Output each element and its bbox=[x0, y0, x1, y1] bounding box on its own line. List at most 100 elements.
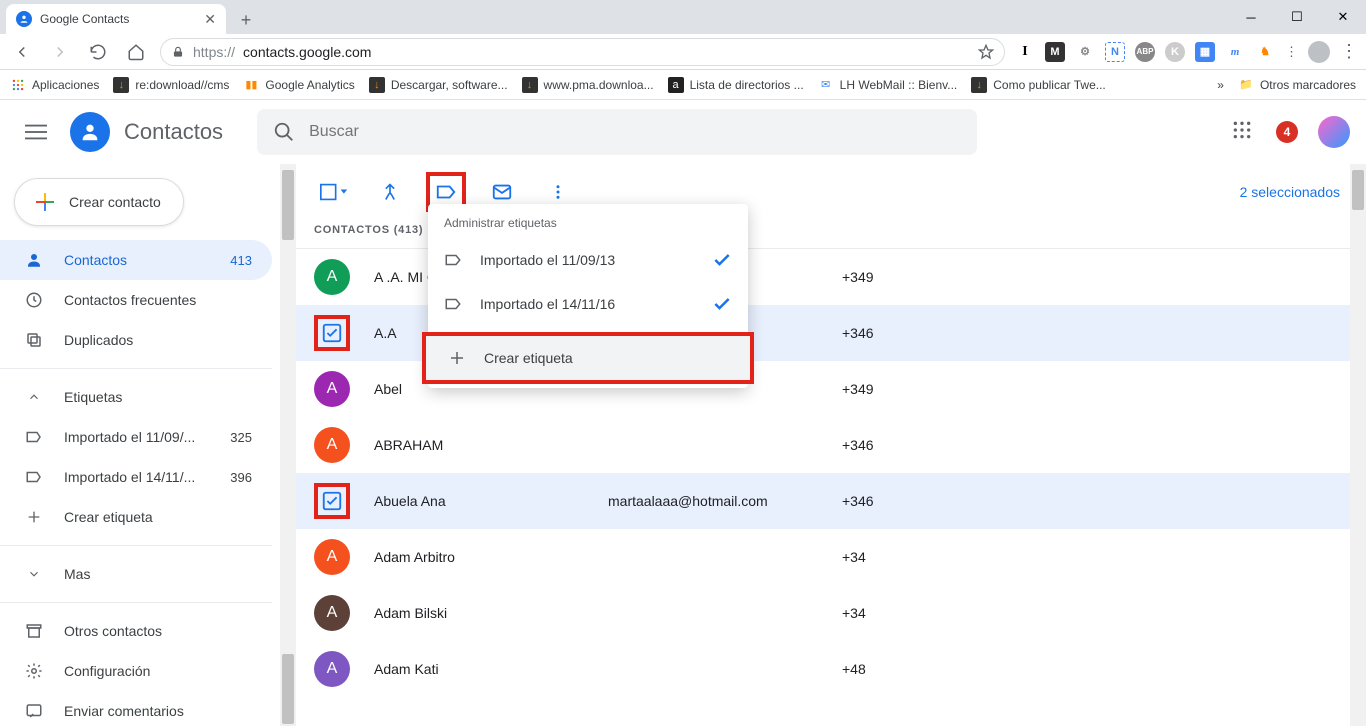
bookmark-item[interactable]: ↓re:download//cms bbox=[113, 77, 229, 93]
ext-icon[interactable]: ⚙ bbox=[1075, 42, 1095, 62]
close-window-button[interactable]: ✕ bbox=[1320, 0, 1366, 34]
contact-phone: +48 bbox=[842, 661, 866, 677]
labels-menu-item-label: Importado el 14/11/16 bbox=[480, 296, 615, 312]
url-host: contacts.google.com bbox=[243, 44, 371, 60]
label-icon bbox=[444, 295, 462, 313]
bookmarks-overflow[interactable]: » bbox=[1217, 78, 1224, 92]
sidebar-item-frequent[interactable]: Contactos frecuentes bbox=[0, 280, 272, 320]
labels-menu-item-label: Importado el 11/09/13 bbox=[480, 252, 615, 268]
sidebar-other-contacts[interactable]: Otros contactos bbox=[0, 611, 272, 651]
sidebar-label-item[interactable]: Importado el 14/11/... 396 bbox=[0, 457, 272, 497]
reload-button[interactable] bbox=[84, 38, 112, 66]
label-icon bbox=[444, 251, 462, 269]
account-avatar[interactable] bbox=[1318, 116, 1350, 148]
scrollbar-track[interactable] bbox=[1350, 164, 1366, 726]
labels-section-header[interactable]: Etiquetas bbox=[0, 377, 272, 417]
bookmark-item[interactable]: aLista de directorios ... bbox=[668, 77, 804, 93]
contact-phone: +34 bbox=[842, 605, 866, 621]
contact-checkbox[interactable] bbox=[314, 483, 350, 519]
copy-icon bbox=[24, 331, 44, 349]
contact-checkbox[interactable] bbox=[314, 315, 350, 351]
bookmark-item[interactable]: ✉LH WebMail :: Bienv... bbox=[818, 77, 958, 93]
contact-name: ABRAHAM bbox=[374, 437, 584, 453]
bookmark-apps[interactable]: Aplicaciones bbox=[10, 77, 99, 93]
tab-strip: Google Contacts ✕ + bbox=[0, 0, 1366, 34]
chrome-menu-icon[interactable]: ⋮ bbox=[1340, 41, 1358, 62]
main-menu-button[interactable] bbox=[16, 112, 56, 152]
minimize-button[interactable]: ─ bbox=[1228, 0, 1274, 34]
sidebar-item-count: 396 bbox=[230, 470, 252, 485]
app-title: Contactos bbox=[124, 119, 223, 145]
ext-icon[interactable]: ▦ bbox=[1195, 42, 1215, 62]
ext-icon[interactable]: K bbox=[1165, 42, 1185, 62]
new-tab-button[interactable]: + bbox=[232, 6, 260, 34]
bookmark-item[interactable]: ▮▮Google Analytics bbox=[243, 77, 354, 93]
sidebar-item-label: Crear etiqueta bbox=[64, 509, 153, 525]
merge-button[interactable] bbox=[370, 172, 410, 212]
scrollbar-thumb[interactable] bbox=[1352, 170, 1364, 210]
bookmark-item[interactable]: ↓Descargar, software... bbox=[369, 77, 508, 93]
sidebar-item-count: 325 bbox=[230, 430, 252, 445]
notifications-badge[interactable]: 4 bbox=[1276, 121, 1298, 143]
select-dropdown-button[interactable] bbox=[314, 172, 354, 212]
url-input[interactable]: https:// contacts.google.com bbox=[160, 38, 1005, 66]
create-contact-button[interactable]: Crear contacto bbox=[14, 178, 184, 226]
ext-icon[interactable]: I bbox=[1015, 42, 1035, 62]
sidebar-feedback[interactable]: Enviar comentarios bbox=[0, 691, 272, 726]
sidebar-create-label[interactable]: Crear etiqueta bbox=[0, 497, 272, 537]
sidebar: Crear contacto Contactos 413 Contactos f… bbox=[0, 164, 280, 726]
bookmark-item[interactable]: ↓www.pma.downloa... bbox=[522, 77, 654, 93]
bookmark-item[interactable]: ↓Como publicar Twe... bbox=[971, 77, 1106, 93]
back-button[interactable] bbox=[8, 38, 36, 66]
ext-icon[interactable]: ♞ bbox=[1255, 42, 1275, 62]
url-scheme: https:// bbox=[193, 44, 235, 60]
sidebar-label-item[interactable]: Importado el 11/09/... 325 bbox=[0, 417, 272, 457]
labels-menu-title: Administrar etiquetas bbox=[428, 204, 748, 238]
other-bookmarks[interactable]: 📁Otros marcadores bbox=[1238, 77, 1356, 93]
labels-menu-create-label: Crear etiqueta bbox=[484, 350, 573, 366]
tab-close-icon[interactable]: ✕ bbox=[204, 11, 216, 28]
search-box[interactable] bbox=[257, 109, 977, 155]
profile-button[interactable] bbox=[1308, 41, 1330, 63]
scrollbar-track[interactable] bbox=[280, 164, 296, 726]
contact-name: Adam Kati bbox=[374, 661, 584, 677]
ext-icon[interactable]: m bbox=[1225, 42, 1245, 62]
google-apps-icon[interactable] bbox=[1232, 120, 1256, 144]
sidebar-settings[interactable]: Configuración bbox=[0, 651, 272, 691]
contact-avatar: A bbox=[314, 427, 350, 463]
scrollbar-thumb[interactable] bbox=[282, 654, 294, 724]
chevron-down-icon bbox=[24, 567, 44, 581]
star-icon[interactable] bbox=[978, 44, 994, 60]
contact-avatar: A bbox=[314, 595, 350, 631]
sidebar-item-duplicates[interactable]: Duplicados bbox=[0, 320, 272, 360]
chevron-up-icon bbox=[24, 390, 44, 404]
labels-menu-create[interactable]: Crear etiqueta bbox=[426, 336, 750, 380]
plus-icon bbox=[33, 190, 57, 214]
contact-row[interactable]: A Adam Arbitro +34 bbox=[296, 529, 1366, 585]
scrollbar-thumb[interactable] bbox=[282, 170, 294, 240]
ext-divider: ⋮ bbox=[1285, 44, 1298, 60]
labels-menu-item[interactable]: Importado el 14/11/16 bbox=[428, 282, 748, 326]
labels-menu-item[interactable]: Importado el 11/09/13 bbox=[428, 238, 748, 282]
maximize-button[interactable]: ☐ bbox=[1274, 0, 1320, 34]
sidebar-item-contacts[interactable]: Contactos 413 bbox=[0, 240, 272, 280]
sidebar-more[interactable]: Mas bbox=[0, 554, 272, 594]
tab-title: Google Contacts bbox=[40, 12, 196, 26]
contact-row[interactable]: A Adam Bilski +34 bbox=[296, 585, 1366, 641]
home-button[interactable] bbox=[122, 38, 150, 66]
selection-toolbar: 2 seleccionados Administrar etiquetas Im… bbox=[296, 164, 1366, 220]
sidebar-item-label: Enviar comentarios bbox=[64, 703, 184, 719]
contact-row[interactable]: Abuela Ana martaalaaa@hotmail.com +346 bbox=[296, 473, 1366, 529]
contact-row[interactable]: A Adam Kati +48 bbox=[296, 641, 1366, 697]
browser-tab[interactable]: Google Contacts ✕ bbox=[6, 4, 226, 34]
ext-icon[interactable]: N bbox=[1105, 42, 1125, 62]
contact-row[interactable]: A ABRAHAM +346 bbox=[296, 417, 1366, 473]
forward-button[interactable] bbox=[46, 38, 74, 66]
create-contact-label: Crear contacto bbox=[69, 194, 161, 210]
lock-icon bbox=[171, 45, 185, 59]
ext-icon[interactable]: M bbox=[1045, 42, 1065, 62]
app-header: Contactos 4 bbox=[0, 100, 1366, 164]
contact-name: Abuela Ana bbox=[374, 493, 584, 509]
search-input[interactable] bbox=[309, 123, 961, 141]
ext-icon[interactable]: ABP bbox=[1135, 42, 1155, 62]
